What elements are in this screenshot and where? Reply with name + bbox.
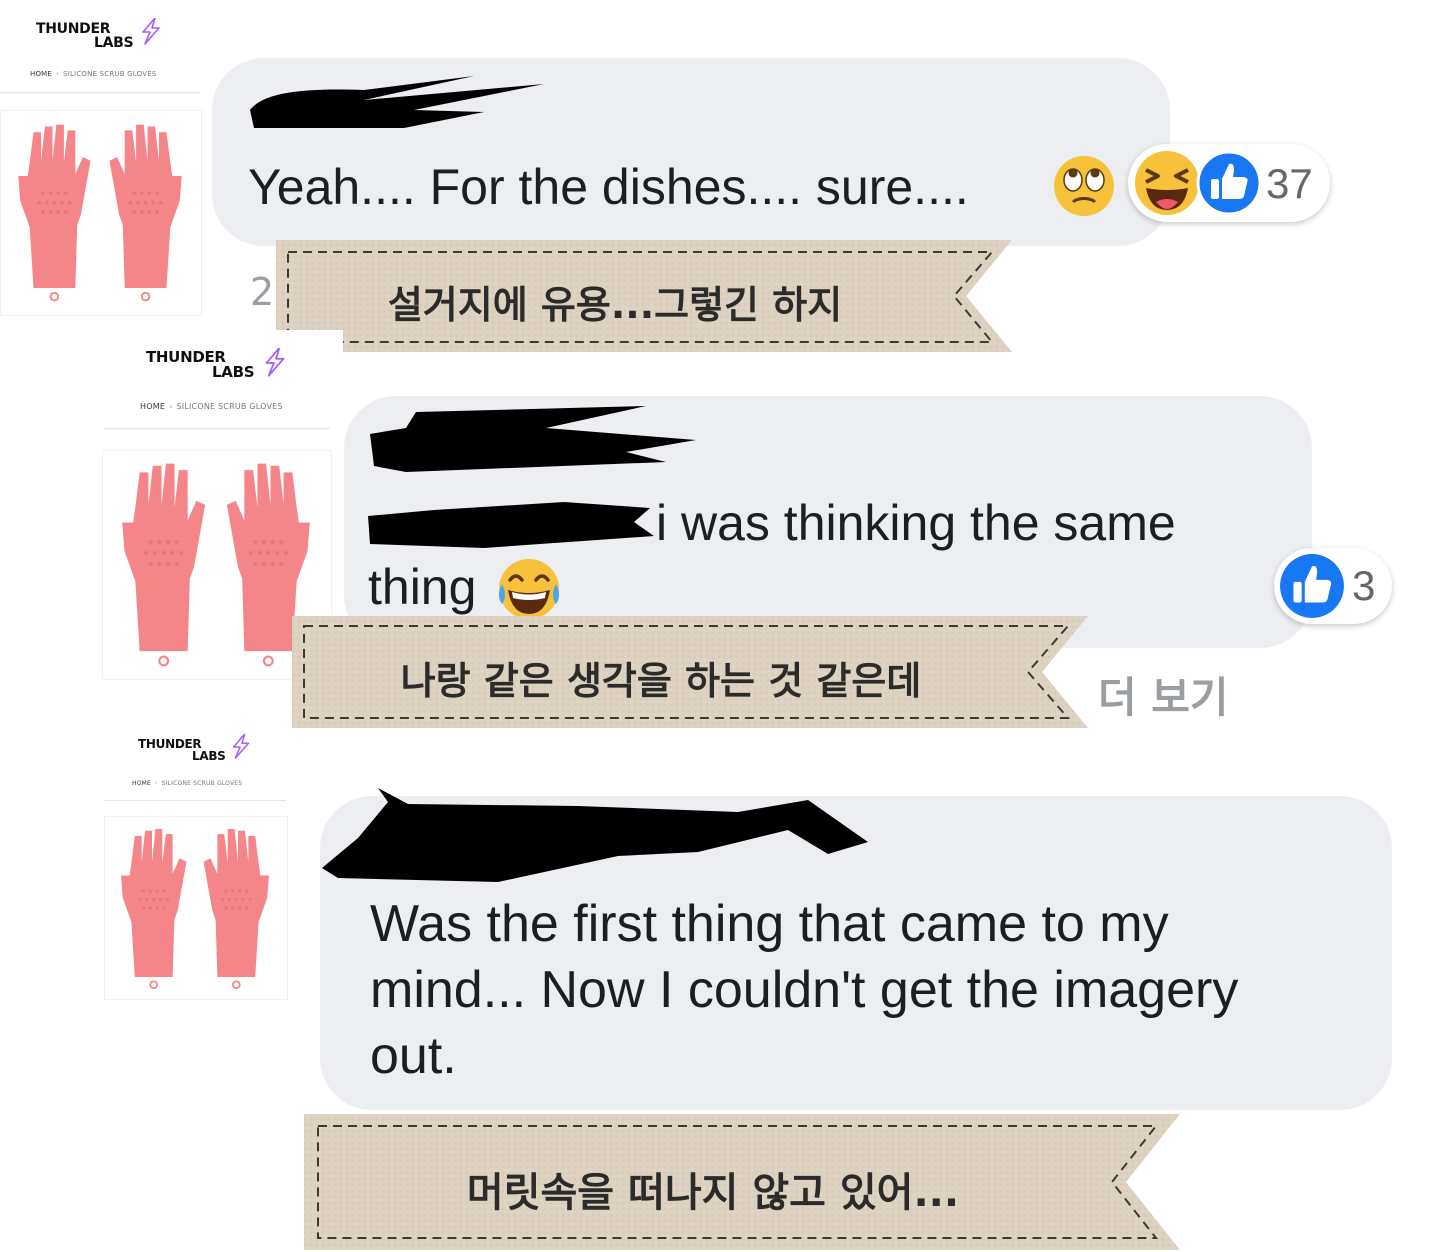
comment-text: Yeah.... For the dishes.... sure.... [248, 159, 969, 215]
see-more-link[interactable]: 더 보기 [1098, 664, 1229, 725]
glove-image [120, 828, 270, 989]
reaction-summary[interactable]: 37 [1128, 144, 1330, 222]
comment-text: out. [370, 1027, 457, 1085]
brand-logo: THUNDER LABS [138, 737, 226, 763]
breadcrumb-separator: › [155, 780, 158, 787]
glove-image [17, 123, 183, 302]
divider [104, 800, 286, 801]
reaction-summary[interactable]: 3 [1274, 548, 1392, 624]
comment-text: thing [368, 559, 477, 615]
translation-text: 나랑 같은 생각을 하는 것 같은데 [400, 659, 922, 703]
product-card[interactable]: THUNDER LABS HOME › SILICONE SCRUB GLOVES [100, 724, 292, 1010]
product-card[interactable]: THUNDER LABS HOME › SILICONE SCRUB GLOVES [0, 0, 205, 320]
breadcrumb-home[interactable]: HOME [30, 70, 52, 78]
breadcrumb: HOME › SILICONE SCRUB GLOVES [140, 402, 283, 411]
comment-meta: 2 [250, 270, 275, 314]
redacted-name [370, 406, 696, 472]
lightning-bolt-icon [232, 734, 250, 759]
breadcrumb: HOME › SILICONE SCRUB GLOVES [132, 780, 242, 787]
breadcrumb-home[interactable]: HOME [140, 402, 165, 411]
translation-tag: 설거지에 유용...그렇긴 하지 [276, 238, 1014, 354]
comment-text: mind... Now I couldn't get the imagery [370, 961, 1239, 1019]
breadcrumb-separator: › [169, 402, 173, 411]
translation-text: 설거지에 유용...그렇긴 하지 [387, 283, 843, 327]
breadcrumb-current: SILICONE SCRUB GLOVES [176, 402, 283, 411]
translation-tag: 머릿속을 떠나지 않고 있어... [304, 1112, 1182, 1252]
laughing-reaction-icon [1135, 151, 1199, 215]
redacted-mention [368, 502, 654, 548]
divider [0, 92, 200, 93]
reaction-count: 37 [1266, 160, 1313, 207]
eye-roll-emoji [1054, 156, 1114, 216]
breadcrumb-separator: › [56, 70, 60, 78]
tears-of-joy-emoji [499, 559, 559, 619]
redacted-name [250, 76, 544, 128]
brand-logo: THUNDER LABS [146, 348, 255, 381]
product-image[interactable] [104, 816, 288, 1000]
like-reaction-icon [1280, 554, 1344, 618]
breadcrumb-current: SILICONE SCRUB GLOVES [63, 70, 157, 78]
translation-text: 머릿속을 떠나지 않고 있어... [466, 1170, 960, 1216]
reaction-count: 3 [1352, 562, 1376, 609]
breadcrumb: HOME › SILICONE SCRUB GLOVES [30, 70, 156, 78]
divider [104, 428, 330, 429]
breadcrumb-current: SILICONE SCRUB GLOVES [161, 780, 243, 787]
breadcrumb-home[interactable]: HOME [132, 780, 151, 787]
comment-text: i was thinking the same [656, 495, 1176, 551]
lightning-bolt-icon [142, 18, 160, 45]
brand-logo: THUNDER LABS [36, 21, 134, 51]
comment-text: Was the first thing that came to my [370, 895, 1169, 953]
translation-tag: 나랑 같은 생각을 하는 것 같은데 [292, 614, 1090, 730]
product-image[interactable] [0, 110, 202, 316]
lightning-bolt-icon [265, 348, 285, 377]
redacted-name [322, 788, 868, 882]
like-reaction-icon [1196, 150, 1262, 216]
